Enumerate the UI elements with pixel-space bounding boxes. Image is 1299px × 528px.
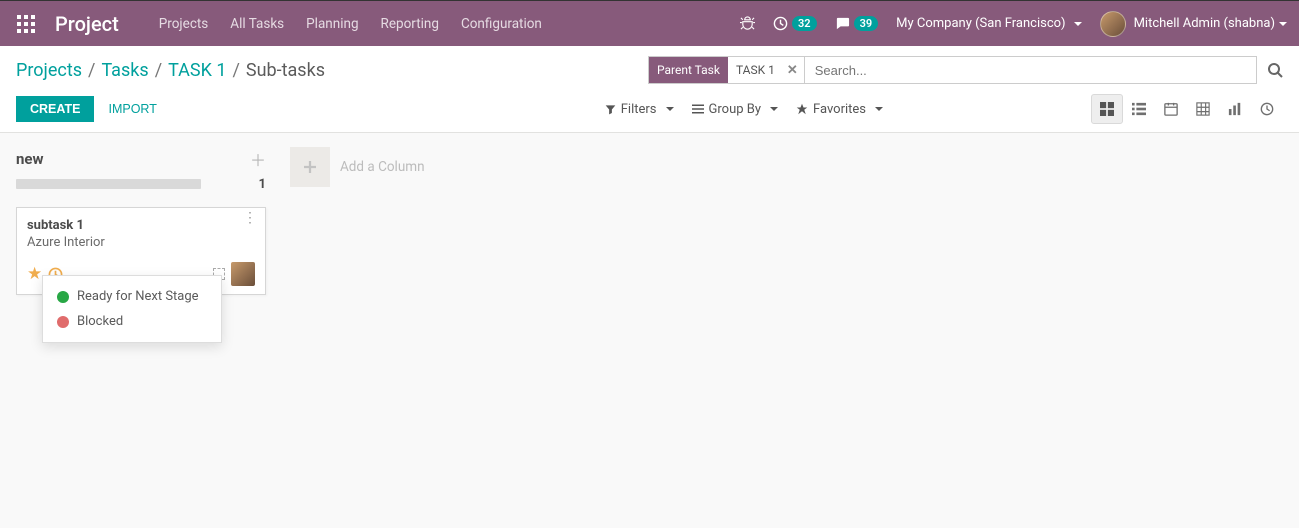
filters-label: Filters — [621, 102, 657, 117]
search-facet: Parent Task TASK 1 ✕ — [648, 56, 805, 84]
apps-icon[interactable] — [12, 10, 40, 38]
debug-icon[interactable] — [740, 16, 755, 31]
green-dot-icon — [57, 291, 69, 303]
facet-label: Parent Task — [649, 57, 728, 83]
user-menu[interactable]: Mitchell Admin (shabna) — [1100, 11, 1287, 37]
activities-icon[interactable]: 32 — [773, 16, 817, 31]
user-name: Mitchell Admin (shabna) — [1134, 16, 1287, 31]
facet-value: TASK 1 — [728, 63, 781, 77]
favorites-dropdown[interactable]: Favorites — [796, 102, 883, 117]
card-menu-icon[interactable]: ⋮ — [243, 216, 257, 220]
breadcrumb-current: Sub-tasks — [246, 60, 325, 81]
filters-dropdown[interactable]: Filters — [605, 102, 674, 117]
nav-reporting[interactable]: Reporting — [381, 16, 439, 32]
state-ready-label: Ready for Next Stage — [77, 289, 199, 304]
view-switcher — [1091, 94, 1283, 124]
facet-remove-icon[interactable]: ✕ — [781, 63, 804, 78]
nav-right: 32 39 My Company (San Francisco) Mitchel… — [740, 11, 1287, 37]
kanban-column: new ＋ 1 ⋮ subtask 1 Azure Interior ★ — [16, 147, 266, 295]
breadcrumb-task1[interactable]: TASK 1 — [168, 60, 226, 81]
brand-title[interactable]: Project — [55, 12, 119, 36]
view-list-icon[interactable] — [1123, 94, 1155, 124]
assignee-avatar[interactable] — [231, 262, 255, 286]
import-button[interactable]: IMPORT — [94, 96, 170, 122]
kanban-state-popover: Ready for Next Stage Blocked — [42, 275, 222, 343]
priority-star-icon[interactable]: ★ — [27, 264, 42, 284]
breadcrumb-projects[interactable]: Projects — [16, 60, 82, 81]
add-column-section: Add a Column — [290, 147, 425, 187]
create-button[interactable]: CREATE — [16, 96, 94, 122]
group-by-label: Group By — [709, 102, 762, 117]
view-calendar-icon[interactable] — [1155, 94, 1187, 124]
nav-all-tasks[interactable]: All Tasks — [230, 16, 284, 32]
card-customer: Azure Interior — [27, 235, 255, 250]
breadcrumb-tasks[interactable]: Tasks — [101, 60, 148, 81]
add-column-button[interactable] — [290, 147, 330, 187]
discuss-badge: 39 — [854, 16, 879, 31]
top-nav: Project Projects All Tasks Planning Repo… — [0, 0, 1299, 46]
control-panel: Projects / Tasks / TASK 1 / Sub-tasks Pa… — [0, 46, 1299, 133]
card-title: subtask 1 — [27, 218, 255, 233]
filters-row: Filters Group By Favorites — [605, 94, 1283, 124]
column-count: 1 — [259, 177, 266, 192]
nav-menu: Projects All Tasks Planning Reporting Co… — [159, 16, 542, 32]
avatar — [1100, 11, 1126, 37]
search-area: Parent Task TASK 1 ✕ — [648, 56, 1283, 84]
view-graph-icon[interactable] — [1219, 94, 1251, 124]
group-by-dropdown[interactable]: Group By — [692, 102, 779, 117]
favorites-label: Favorites — [813, 102, 866, 117]
search-icon[interactable] — [1267, 62, 1283, 78]
activities-badge: 32 — [792, 16, 817, 31]
state-blocked-label: Blocked — [77, 314, 123, 329]
nav-planning[interactable]: Planning — [306, 16, 358, 32]
column-progress-bar[interactable] — [16, 179, 201, 189]
state-blocked-option[interactable]: Blocked — [43, 309, 221, 334]
view-pivot-icon[interactable] — [1187, 94, 1219, 124]
breadcrumb: Projects / Tasks / TASK 1 / Sub-tasks — [16, 60, 325, 81]
nav-configuration[interactable]: Configuration — [461, 16, 542, 32]
red-dot-icon — [57, 316, 69, 328]
column-title[interactable]: new — [16, 150, 250, 168]
state-ready-option[interactable]: Ready for Next Stage — [43, 284, 221, 309]
discuss-icon[interactable]: 39 — [835, 16, 879, 31]
search-input[interactable] — [805, 56, 1257, 84]
view-kanban-icon[interactable] — [1091, 94, 1123, 124]
view-activity-icon[interactable] — [1251, 94, 1283, 124]
company-switcher[interactable]: My Company (San Francisco) — [896, 16, 1081, 31]
column-quick-create-icon[interactable]: ＋ — [250, 147, 266, 171]
add-column-label[interactable]: Add a Column — [340, 159, 425, 175]
nav-projects[interactable]: Projects — [159, 16, 209, 32]
